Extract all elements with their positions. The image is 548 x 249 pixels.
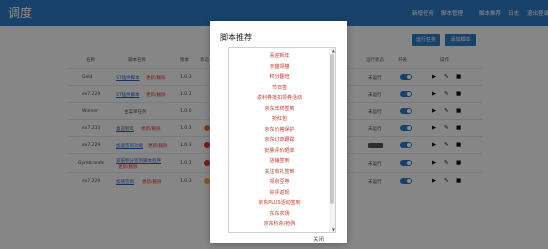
script-item[interactable]: 京东订单跟踪 [229, 136, 330, 143]
script-recommend-modal: 脚本推荐 喜迎新年 天猫领猫 积分翻倍 节日签 返利券抵扣领券活动 京东年终签到… [210, 21, 347, 243]
script-item[interactable]: 喜迎新年 [229, 52, 330, 59]
script-item[interactable]: 抢红包 [229, 115, 330, 122]
scroll-down-icon[interactable]: ▼ [332, 227, 335, 232]
list-scrollbar[interactable]: ▲ ▼ [329, 48, 335, 232]
script-item[interactable]: 节日签 [229, 84, 330, 91]
script-item[interactable]: 天猫领猫 [229, 63, 330, 70]
script-item[interactable]: 店铺签到 [229, 157, 330, 164]
script-item[interactable]: 东东农场 [229, 210, 330, 217]
script-item[interactable]: 领京豆券 [229, 178, 330, 185]
script-item[interactable]: 好评返现 [229, 189, 330, 196]
scrollbar-thumb[interactable] [330, 54, 334, 204]
script-item[interactable]: 返利券抵扣领券活动 [229, 94, 330, 101]
script-list[interactable]: 喜迎新年 天猫领猫 积分翻倍 节日签 返利券抵扣领券活动 京东年终签到 抢红包 … [228, 47, 336, 233]
script-item[interactable]: 京东PLUS活动签到 [229, 199, 330, 206]
close-button[interactable]: 关闭 [313, 235, 324, 243]
script-item[interactable]: 京东年终签到 [229, 105, 330, 112]
modal-title: 脚本推荐 [220, 33, 252, 42]
script-item[interactable]: 京东秒杀/抢购 [229, 220, 330, 227]
script-item[interactable]: 京东价格保护 [229, 126, 330, 133]
scroll-up-icon[interactable]: ▲ [332, 48, 335, 53]
script-item[interactable]: 关注有礼签到 [229, 168, 330, 175]
script-item[interactable]: 积分翻倍 [229, 73, 330, 80]
script-item[interactable]: 批量评价晒单 [229, 147, 330, 154]
